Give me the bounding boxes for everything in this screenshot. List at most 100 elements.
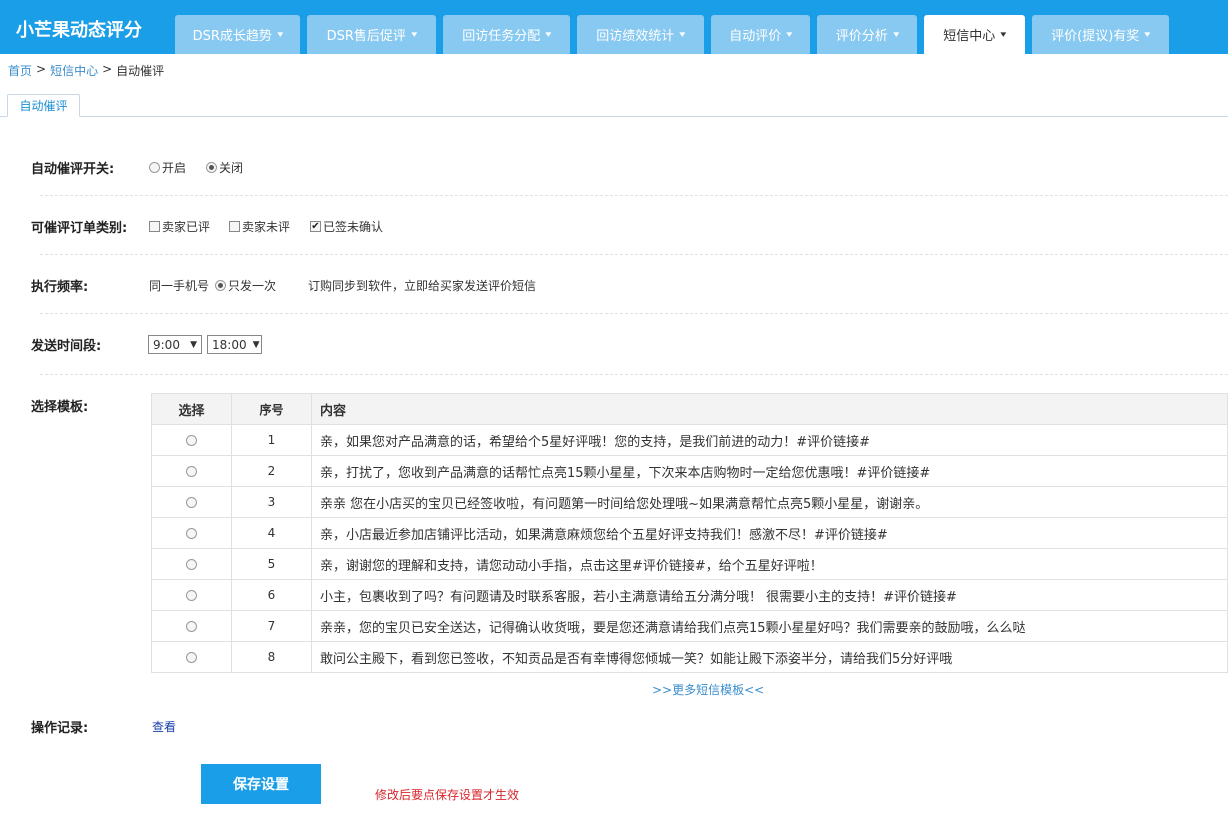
row-content: 亲，如果您对产品满意的话，希望给个5星好评哦！您的支持，是我们前进的动力！#评价… [311, 424, 1228, 456]
row-content: 亲，小店最近参加店铺评比活动，如果满意麻烦您给个五星好评支持我们！感激不尽！#评… [311, 517, 1228, 549]
breadcrumb-sms-center-link[interactable]: 短信中心 [50, 62, 98, 79]
subtab-divider [0, 116, 1228, 117]
divider [40, 254, 1228, 255]
row-select-cell[interactable] [151, 579, 232, 611]
chevron-down-icon: ▾ [786, 29, 793, 40]
nav-tab-review-analysis[interactable]: 评价分析 ▾ [817, 15, 917, 54]
order-type-seller-unrated[interactable]: 卖家未评 [229, 218, 290, 235]
divider [40, 374, 1228, 375]
switch-off-option[interactable]: 关闭 [206, 159, 243, 176]
row-select-cell[interactable] [151, 517, 232, 549]
checkbox-seller-rated[interactable] [149, 221, 160, 232]
radio-send-once[interactable] [215, 280, 227, 291]
end-time-value: 18:00 [212, 337, 247, 352]
chevron-down-icon: ▾ [893, 29, 899, 40]
nav-tab-dsr-trend[interactable]: DSR成长趋势 ▾ [175, 15, 300, 54]
row-number: 4 [231, 517, 312, 549]
row-number: 5 [231, 548, 312, 580]
nav-tab-dsr-aftersale[interactable]: DSR售后促评 ▾ [307, 15, 436, 54]
order-type-seller-rated[interactable]: 卖家已评 [149, 218, 210, 235]
save-note: 修改后要点保存设置才生效 [375, 788, 520, 802]
row-content: 亲亲 您在小店买的宝贝已经签收啦，有问题第一时间给您处理哦~如果满意帮忙点亮5颗… [311, 486, 1228, 518]
start-time-value: 9:00 [153, 337, 180, 352]
row-number: 3 [231, 486, 312, 518]
nav-tab-sms-center[interactable]: 短信中心 ▾ [924, 15, 1025, 54]
radio-on[interactable] [149, 162, 160, 173]
nav-tab-review-reward[interactable]: 评价(提议)有奖 ▾ [1032, 15, 1169, 54]
checkbox-label: 已签未确认 [323, 220, 384, 234]
view-log-link[interactable]: 查看 [152, 718, 176, 735]
frequency-label: 执行频率: [31, 280, 89, 295]
divider [40, 195, 1228, 196]
nav-tab-label: DSR成长趋势 [192, 29, 272, 44]
template-radio[interactable] [186, 496, 197, 508]
table-row[interactable]: 5 亲，谢谢您的理解和支持，请您动动小手指，点击这里#评价链接#，给个五星好评啦… [151, 548, 1228, 580]
table-row[interactable]: 6 小主，包裹收到了吗？有问题请及时联系客服，若小主满意请给五分满分哦！ 很需要… [151, 579, 1228, 611]
tab-auto-remind[interactable]: 自动催评 [7, 94, 80, 117]
checkbox-label: 卖家未评 [242, 220, 291, 234]
header-select: 选择 [151, 393, 232, 425]
template-radio[interactable] [186, 465, 197, 477]
row-select-cell[interactable] [151, 641, 232, 673]
row-select-cell[interactable] [151, 424, 232, 456]
radio-off[interactable] [206, 162, 217, 173]
nav-tab-callback-stats[interactable]: 回访绩效统计 ▾ [577, 15, 704, 54]
more-templates-link[interactable]: >>更多短信模板<< [652, 681, 764, 698]
row-content: 敢问公主殿下，看到您已签收，不知贡品是否有幸博得您倾城一笑？如能让殿下添姿半分，… [311, 641, 1228, 673]
template-label: 选择模板: [31, 400, 89, 415]
nav-tab-label: 回访任务分配 [462, 29, 541, 44]
row-content: 亲，打扰了，您收到产品满意的话帮忙点亮15颗小星星，下次来本店购物时一定给您优惠… [311, 455, 1228, 487]
row-content: 小主，包裹收到了吗？有问题请及时联系客服，若小主满意请给五分满分哦！ 很需要小主… [311, 579, 1228, 611]
start-time-select[interactable]: 9:00 ▼ [148, 335, 202, 354]
table-row[interactable]: 4 亲，小店最近参加店铺评比活动，如果满意麻烦您给个五星好评支持我们！感激不尽！… [151, 517, 1228, 549]
breadcrumb: 首页 > 短信中心 > 自动催评 [8, 62, 164, 79]
nav-tab-label: DSR售后促评 [326, 29, 406, 44]
checkbox-seller-unrated[interactable] [229, 221, 240, 232]
save-settings-button[interactable]: 保存设置 [201, 764, 321, 804]
order-type-signed-unconfirmed[interactable]: ✔ 已签未确认 [310, 218, 383, 235]
row-number: 8 [231, 641, 312, 673]
row-select-cell[interactable] [151, 610, 232, 642]
frequency-note: 订购同步到软件，立即给买家发送评价短信 [308, 279, 537, 293]
nav-tab-callback-assign[interactable]: 回访任务分配 ▾ [443, 15, 570, 54]
chevron-down-icon: ▾ [1144, 29, 1151, 40]
header-content: 内容 [311, 393, 1228, 425]
table-row[interactable]: 8 敢问公主殿下，看到您已签收，不知贡品是否有幸博得您倾城一笑？如能让殿下添姿半… [151, 641, 1228, 673]
chevron-down-icon: ▾ [1000, 29, 1007, 40]
switch-on-option[interactable]: 开启 [149, 159, 186, 176]
nav-tab-label: 回访绩效统计 [596, 29, 675, 44]
table-row[interactable]: 3 亲亲 您在小店买的宝贝已经签收啦，有问题第一时间给您处理哦~如果满意帮忙点亮… [151, 486, 1228, 518]
table-row[interactable]: 7 亲亲，您的宝贝已安全送达，记得确认收货哦，要是您还满意请给我们点亮15颗小星… [151, 610, 1228, 642]
dropdown-arrow-icon: ▼ [252, 339, 260, 350]
nav-tab-label: 评价(提议)有奖 [1051, 29, 1140, 44]
breadcrumb-separator: > [36, 62, 47, 76]
chevron-down-icon: ▾ [679, 29, 686, 40]
row-select-cell[interactable] [151, 455, 232, 487]
breadcrumb-current: 自动催评 [116, 64, 165, 78]
nav-tab-label: 短信中心 [943, 29, 996, 44]
template-radio[interactable] [186, 651, 197, 663]
row-select-cell[interactable] [151, 548, 232, 580]
switch-label: 自动催评开关: [31, 162, 115, 177]
divider [40, 313, 1228, 314]
chevron-down-icon: ▾ [411, 29, 418, 40]
table-row[interactable]: 2 亲，打扰了，您收到产品满意的话帮忙点亮15颗小星星，下次来本店购物时一定给您… [151, 455, 1228, 487]
template-radio[interactable] [186, 434, 197, 446]
frequency-prefix: 同一手机号 [149, 279, 210, 293]
end-time-select[interactable]: 18:00 ▼ [207, 335, 262, 354]
frequency-option[interactable]: 同一手机号 只发一次 [149, 277, 276, 294]
log-label: 操作记录: [31, 721, 89, 736]
checkbox-signed-unconfirmed[interactable]: ✔ [310, 221, 321, 232]
template-radio[interactable] [186, 589, 197, 601]
table-row[interactable]: 1 亲，如果您对产品满意的话，希望给个5星好评哦！您的支持，是我们前进的动力！#… [151, 424, 1228, 456]
nav-tab-auto-review[interactable]: 自动评价 ▾ [711, 15, 810, 54]
radio-on-label: 开启 [162, 161, 187, 175]
template-radio[interactable] [186, 527, 197, 539]
row-content: 亲，谢谢您的理解和支持，请您动动小手指，点击这里#评价链接#，给个五星好评啦！ [311, 548, 1228, 580]
row-select-cell[interactable] [151, 486, 232, 518]
row-number: 1 [231, 424, 312, 456]
template-radio[interactable] [186, 558, 197, 570]
breadcrumb-home-link[interactable]: 首页 [8, 62, 32, 79]
checkbox-label: 卖家已评 [162, 220, 211, 234]
template-radio[interactable] [186, 620, 197, 632]
